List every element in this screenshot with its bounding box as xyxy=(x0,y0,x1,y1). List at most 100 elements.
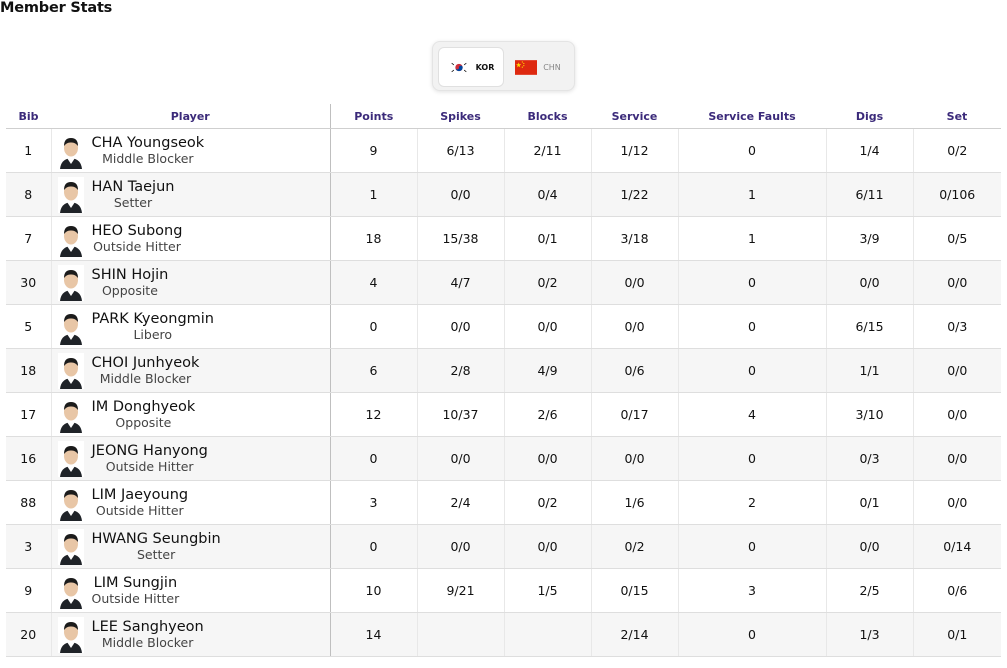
player-name[interactable]: HWANG Seungbin xyxy=(92,531,221,547)
set-cell: 0/106 xyxy=(913,172,1001,217)
player-photo-icon xyxy=(57,264,84,301)
player-cell[interactable]: SHIN Hojin Opposite xyxy=(51,260,331,305)
member-stats-table: Bib Player Points Spikes Blocks Service … xyxy=(6,104,1001,657)
digs-cell: 3/9 xyxy=(826,216,914,261)
service-faults-cell: 0 xyxy=(678,128,827,173)
digs-cell: 1/3 xyxy=(826,612,914,657)
points-cell: 0 xyxy=(330,436,418,481)
player-name[interactable]: LIM Sungjin xyxy=(92,575,180,591)
bib-cell: 8 xyxy=(6,172,52,217)
table-row: 88 LIM Jaeyoung Outside Hitter 3 2/4 0/2 1/6 2 0… xyxy=(6,480,1001,525)
column-header-bib[interactable]: Bib xyxy=(6,104,51,129)
points-cell: 12 xyxy=(330,392,418,437)
digs-cell: 3/10 xyxy=(826,392,914,437)
digs-cell: 1/1 xyxy=(826,348,914,393)
blocks-cell: 2/6 xyxy=(504,392,592,437)
service-faults-cell: 1 xyxy=(678,216,827,261)
digs-cell: 0/0 xyxy=(826,524,914,569)
service-faults-cell: 0 xyxy=(678,524,827,569)
points-cell: 1 xyxy=(330,172,418,217)
digs-cell: 0/1 xyxy=(826,480,914,525)
points-cell: 3 xyxy=(330,480,418,525)
player-name[interactable]: JEONG Hanyong xyxy=(92,443,208,459)
player-cell[interactable]: HWANG Seungbin Setter xyxy=(51,524,331,569)
player-name[interactable]: PARK Kyeongmin xyxy=(92,311,215,327)
player-cell[interactable]: LIM Sungjin Outside Hitter xyxy=(51,568,331,613)
player-cell[interactable]: CHA Youngseok Middle Blocker xyxy=(51,128,331,173)
points-cell: 6 xyxy=(330,348,418,393)
player-position: Middle Blocker xyxy=(102,151,194,166)
player-name[interactable]: CHOI Junhyeok xyxy=(92,355,200,371)
player-photo-icon xyxy=(57,440,84,477)
service-faults-cell: 3 xyxy=(678,568,827,613)
player-name[interactable]: SHIN Hojin xyxy=(92,267,169,283)
column-header-player[interactable]: Player xyxy=(51,104,331,129)
digs-cell: 2/5 xyxy=(826,568,914,613)
digs-cell: 1/4 xyxy=(826,128,914,173)
column-header-points[interactable]: Points xyxy=(330,104,417,129)
player-position: Libero xyxy=(133,327,173,342)
player-cell[interactable]: CHOI Junhyeok Middle Blocker xyxy=(51,348,331,393)
blocks-cell: 0/4 xyxy=(504,172,592,217)
bib-cell: 18 xyxy=(6,348,52,393)
player-name[interactable]: HEO Subong xyxy=(92,223,183,239)
column-header-service[interactable]: Service xyxy=(591,104,678,129)
table-row: 18 CHOI Junhyeok Middle Blocker 6 2/8 4/9 0/6 0… xyxy=(6,348,1001,393)
player-position: Outside Hitter xyxy=(93,239,181,254)
points-cell: 18 xyxy=(330,216,418,261)
table-row: 8 HAN Taejun Setter 1 0/0 0/4 1/22 1 6/11 0/106 xyxy=(6,172,1001,217)
player-photo-icon xyxy=(57,616,84,653)
table-row: 30 SHIN Hojin Opposite 4 4/7 0/2 0/0 0 0/0 0/0 xyxy=(6,260,1001,305)
service-cell: 1/12 xyxy=(591,128,679,173)
player-position: Setter xyxy=(113,195,153,210)
column-header-blocks[interactable]: Blocks xyxy=(504,104,591,129)
service-cell: 0/17 xyxy=(591,392,679,437)
blocks-cell: 2/11 xyxy=(504,128,592,173)
player-cell[interactable]: JEONG Hanyong Outside Hitter xyxy=(51,436,331,481)
player-cell[interactable]: LIM Jaeyoung Outside Hitter xyxy=(51,480,331,525)
table-row: 9 LIM Sungjin Outside Hitter 10 9/21 1/5 0/15 3… xyxy=(6,568,1001,613)
player-cell[interactable]: IM Donghyeok Opposite xyxy=(51,392,331,437)
blocks-cell: 0/2 xyxy=(504,260,592,305)
column-header-spikes[interactable]: Spikes xyxy=(417,104,504,129)
table-row: 5 PARK Kyeongmin Libero 0 0/0 0/0 0/0 0 6/15 0/3 xyxy=(6,304,1001,349)
player-cell[interactable]: HAN Taejun Setter xyxy=(51,172,331,217)
bib-cell: 3 xyxy=(6,524,52,569)
spikes-cell: 2/4 xyxy=(417,480,505,525)
player-photo-icon xyxy=(57,220,84,257)
service-cell: 0/0 xyxy=(591,304,679,349)
player-cell[interactable]: PARK Kyeongmin Libero xyxy=(51,304,331,349)
column-header-set[interactable]: Set xyxy=(913,104,1001,129)
player-position: Opposite xyxy=(101,283,158,298)
player-name[interactable]: LIM Jaeyoung xyxy=(92,487,189,503)
column-header-digs[interactable]: Digs xyxy=(826,104,913,129)
column-header-service-faults[interactable]: Service Faults xyxy=(678,104,826,129)
team-tab-chn[interactable]: CHN xyxy=(505,47,571,87)
bib-cell: 1 xyxy=(6,128,52,173)
player-photo-icon xyxy=(57,396,84,433)
player-photo-icon xyxy=(57,308,84,345)
service-faults-cell: 0 xyxy=(678,348,827,393)
team-tab-kor[interactable]: KOR xyxy=(438,47,504,87)
bib-cell: 30 xyxy=(6,260,52,305)
table-header-row: Bib Player Points Spikes Blocks Service … xyxy=(6,104,1001,129)
spikes-cell: 10/37 xyxy=(417,392,505,437)
spikes-cell: 2/8 xyxy=(417,348,505,393)
player-name[interactable]: LEE Sanghyeon xyxy=(92,619,204,635)
points-cell: 0 xyxy=(330,524,418,569)
set-cell: 0/1 xyxy=(913,612,1001,657)
team-code-kor: KOR xyxy=(475,62,495,72)
set-cell: 0/5 xyxy=(913,216,1001,261)
blocks-cell: 0/0 xyxy=(504,304,592,349)
points-cell: 10 xyxy=(330,568,418,613)
spikes-cell xyxy=(417,612,505,657)
points-cell: 9 xyxy=(330,128,418,173)
set-cell: 0/3 xyxy=(913,304,1001,349)
player-name[interactable]: CHA Youngseok xyxy=(92,135,205,151)
player-cell[interactable]: LEE Sanghyeon Middle Blocker xyxy=(51,612,331,657)
player-name[interactable]: IM Donghyeok xyxy=(92,399,196,415)
player-cell[interactable]: HEO Subong Outside Hitter xyxy=(51,216,331,261)
player-name[interactable]: HAN Taejun xyxy=(92,179,175,195)
bib-cell: 88 xyxy=(6,480,52,525)
player-photo-icon xyxy=(57,176,84,213)
